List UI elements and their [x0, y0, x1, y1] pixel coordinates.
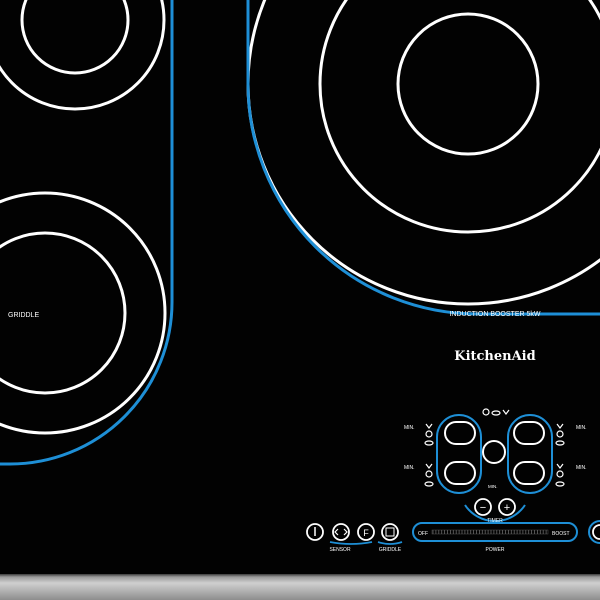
bridge-icon: [592, 524, 600, 540]
power-slider-track: [431, 529, 549, 535]
timer-plus-glyph: +: [504, 502, 510, 514]
fahrenheit-icon: F: [363, 528, 369, 538]
right-control-group-outline: [507, 414, 553, 494]
griddle-button-ring: [381, 523, 399, 541]
zone-outline-booster: [246, 0, 600, 316]
griddle-underline: [377, 541, 403, 545]
right-front-zone-button[interactable]: [513, 461, 545, 485]
min-label-right-top: MIN.: [576, 425, 587, 431]
burner-outer-ring: [246, 0, 600, 306]
melt-icon: [502, 409, 510, 415]
power-button[interactable]: [306, 523, 324, 541]
center-zone-button[interactable]: [482, 440, 506, 464]
power-slider[interactable]: [431, 529, 549, 535]
power-label: POWER: [486, 547, 505, 553]
min-label-center: MIN.: [488, 484, 498, 489]
pan-icon: [491, 410, 501, 416]
timer-minus-button[interactable]: −: [474, 498, 492, 516]
melt-icon: [425, 463, 433, 469]
griddle-icon: [385, 527, 395, 537]
booster-zone-label: INDUCTION BOOSTER 5kW: [449, 311, 540, 318]
cooktop-surface: GRIDDLE INDUCTION BOOSTER 5kW KitchenAid: [0, 0, 600, 553]
bridge-button[interactable]: [592, 524, 600, 540]
melt-icon: [556, 463, 564, 469]
sensor-button[interactable]: [332, 523, 350, 541]
min-label-right-bottom: MIN.: [576, 465, 587, 471]
pot-icon: [425, 470, 433, 478]
brand-logo: KitchenAid: [454, 349, 535, 364]
griddle-button-label: GRIDDLE: [379, 547, 402, 553]
left-rear-zone-button[interactable]: [444, 421, 476, 445]
power-off-label: OFF: [418, 531, 428, 537]
melt-icon: [425, 423, 433, 429]
pot-icon: [425, 430, 433, 438]
left-control-group-outline: [436, 414, 482, 494]
pot-icon: [482, 408, 490, 416]
sensor-label: SENSOR: [329, 547, 351, 553]
timer-plus-button[interactable]: +: [498, 498, 516, 516]
zone-outline-griddle: [0, 18, 174, 466]
burner-middle-ring: [318, 0, 600, 234]
power-boost-label: BOOST: [552, 531, 570, 537]
pot-icon: [556, 430, 564, 438]
min-label-left-top: MIN.: [404, 425, 415, 431]
cooktop-panel: GRIDDLE INDUCTION BOOSTER 5kW KitchenAid: [0, 0, 600, 600]
pan-icon: [424, 440, 434, 446]
sensor-icon: [334, 528, 348, 536]
center-function-icons: [482, 408, 510, 416]
burner-upper-left[interactable]: [0, 0, 166, 111]
pan-icon: [555, 481, 565, 487]
sensor-underline: [329, 541, 373, 545]
burner-inner-ring: [396, 12, 540, 156]
right-function-icons: [555, 423, 565, 487]
burner-booster[interactable]: [246, 0, 600, 306]
pan-icon: [424, 481, 434, 487]
power-slider-ticks: [432, 530, 547, 534]
stainless-trim: [0, 574, 600, 600]
griddle-zone-label: GRIDDLE: [8, 312, 39, 319]
griddle-button[interactable]: [381, 523, 399, 541]
left-function-icons: [424, 423, 434, 487]
timer-minus-glyph: −: [480, 502, 486, 514]
min-label-left-bottom: MIN.: [404, 465, 415, 471]
right-rear-zone-button[interactable]: [513, 421, 545, 445]
left-front-zone-button[interactable]: [444, 461, 476, 485]
pan-icon: [555, 440, 565, 446]
melt-icon: [556, 423, 564, 429]
temperature-button[interactable]: F: [357, 523, 375, 541]
burner-outer-ring: [0, 0, 166, 111]
pot-icon: [556, 470, 564, 478]
burner-inner-ring: [20, 0, 130, 75]
